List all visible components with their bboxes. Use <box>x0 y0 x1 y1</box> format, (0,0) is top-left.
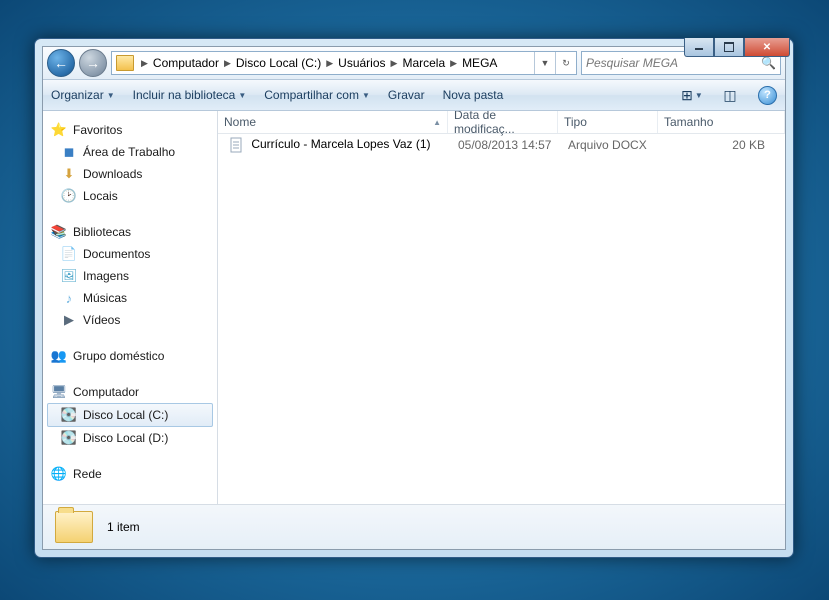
computer-icon: 🖥 <box>51 384 67 400</box>
caret-down-icon: ▼ <box>362 91 370 100</box>
caret-down-icon: ▼ <box>238 91 246 100</box>
search-icon: 🔍 <box>761 56 776 70</box>
folder-icon <box>55 511 93 543</box>
chevron-right-icon: ▶ <box>447 58 460 69</box>
breadcrumb[interactable]: Disco Local (C:) <box>234 56 323 70</box>
drive-icon: 💽 <box>61 430 77 446</box>
sidebar-network[interactable]: 🌐Rede <box>43 463 217 485</box>
documents-icon: 📄 <box>61 246 77 262</box>
chevron-right-icon: ▶ <box>221 58 234 69</box>
item-count: 1 item <box>107 520 140 534</box>
chevron-right-icon: ▶ <box>323 58 336 69</box>
sidebar-item-recent[interactable]: 🕑Locais <box>43 185 217 207</box>
column-date[interactable]: Data de modificaç... <box>448 111 558 133</box>
nav-bar: ← → ▶ Computador ▶ Disco Local (C:) ▶ Us… <box>43 47 785 80</box>
sidebar-item-downloads[interactable]: ⬇Downloads <box>43 163 217 185</box>
file-size: 20 KB <box>662 138 785 152</box>
file-name: Currículo - Marcela Lopes Vaz (1) <box>251 137 430 151</box>
library-icon: 📚 <box>51 224 67 240</box>
breadcrumb[interactable]: Computador <box>151 56 221 70</box>
breadcrumb[interactable]: Marcela <box>400 56 447 70</box>
chevron-right-icon: ▶ <box>388 58 401 69</box>
sidebar-favorites[interactable]: ⭐Favoritos <box>43 119 217 141</box>
folder-icon <box>116 55 134 71</box>
document-icon <box>228 137 244 153</box>
sidebar-item-pictures[interactable]: 🖼Imagens <box>43 265 217 287</box>
status-bar: 1 item <box>43 504 785 549</box>
downloads-icon: ⬇ <box>61 166 77 182</box>
column-headers: Nome▲ Data de modificaç... Tipo Tamanho <box>218 111 785 134</box>
sidebar-item-desktop[interactable]: ◼Área de Trabalho <box>43 141 217 163</box>
column-type[interactable]: Tipo <box>558 111 658 133</box>
sidebar-item-music[interactable]: ♪Músicas <box>43 287 217 309</box>
navigation-pane: ⭐Favoritos ◼Área de Trabalho ⬇Downloads … <box>43 111 218 504</box>
sidebar-item-disk-c[interactable]: 💽Disco Local (C:) <box>47 403 213 427</box>
music-icon: ♪ <box>61 290 77 306</box>
videos-icon: ▶ <box>61 312 77 328</box>
sidebar-item-videos[interactable]: ▶Vídeos <box>43 309 217 331</box>
view-options-button[interactable]: ⊞▼ <box>682 86 702 104</box>
address-bar[interactable]: ▶ Computador ▶ Disco Local (C:) ▶ Usuári… <box>111 51 577 75</box>
network-icon: 🌐 <box>51 466 67 482</box>
refresh-button[interactable]: ↻ <box>555 52 576 74</box>
sidebar-computer[interactable]: 🖥Computador <box>43 381 217 403</box>
homegroup-icon: 👥 <box>51 348 67 364</box>
search-placeholder: Pesquisar MEGA <box>586 56 678 70</box>
drive-icon: 💽 <box>61 407 77 423</box>
organize-button[interactable]: Organizar▼ <box>51 88 115 102</box>
column-name[interactable]: Nome▲ <box>218 111 448 133</box>
share-button[interactable]: Compartilhar com▼ <box>264 88 370 102</box>
file-list-pane: Nome▲ Data de modificaç... Tipo Tamanho … <box>218 111 785 504</box>
toolbar: Organizar▼ Incluir na biblioteca▼ Compar… <box>43 80 785 111</box>
help-icon[interactable]: ? <box>758 86 777 105</box>
star-icon: ⭐ <box>51 122 67 138</box>
sidebar-homegroup[interactable]: 👥Grupo doméstico <box>43 345 217 367</box>
chevron-right-icon: ▶ <box>138 58 151 69</box>
sidebar-item-disk-d[interactable]: 💽Disco Local (D:) <box>43 427 217 449</box>
file-type: Arquivo DOCX <box>562 138 662 152</box>
desktop-icon: ◼ <box>61 144 77 160</box>
file-date: 05/08/2013 14:57 <box>452 138 562 152</box>
sidebar-libraries[interactable]: 📚Bibliotecas <box>43 221 217 243</box>
back-button[interactable]: ← <box>47 49 75 77</box>
window-controls <box>684 38 790 57</box>
explorer-window: ← → ▶ Computador ▶ Disco Local (C:) ▶ Us… <box>34 38 794 558</box>
include-library-button[interactable]: Incluir na biblioteca▼ <box>133 88 247 102</box>
column-size[interactable]: Tamanho <box>658 111 785 133</box>
pictures-icon: 🖼 <box>61 268 77 284</box>
close-button[interactable] <box>744 38 790 57</box>
history-dropdown-button[interactable]: ▼ <box>534 52 555 74</box>
breadcrumb[interactable]: MEGA <box>460 56 499 70</box>
preview-pane-button[interactable]: ◫ <box>720 86 740 104</box>
maximize-button[interactable] <box>714 38 744 57</box>
minimize-button[interactable] <box>684 38 714 57</box>
forward-button[interactable]: → <box>79 49 107 77</box>
new-folder-button[interactable]: Nova pasta <box>443 88 504 102</box>
breadcrumb[interactable]: Usuários <box>336 56 387 70</box>
burn-button[interactable]: Gravar <box>388 88 425 102</box>
caret-down-icon: ▼ <box>107 91 115 100</box>
sidebar-item-documents[interactable]: 📄Documentos <box>43 243 217 265</box>
recent-icon: 🕑 <box>61 188 77 204</box>
file-row[interactable]: Currículo - Marcela Lopes Vaz (1) 05/08/… <box>218 134 785 155</box>
